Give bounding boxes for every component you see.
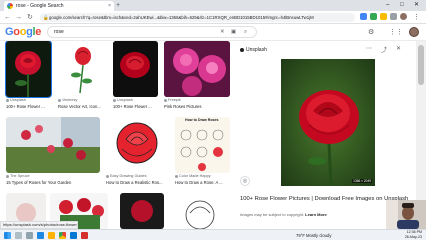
search-icon[interactable]	[15, 232, 22, 239]
result-card[interactable]: Freepik Pink Roses Pictures	[164, 41, 230, 113]
result-source: Color Made Happy	[175, 174, 230, 178]
taskbar: 79°F Mostly cloudy 12:36 PM 26-May-23	[0, 229, 426, 240]
learn-more-link[interactable]: Learn More	[305, 212, 327, 217]
tab-google-search[interactable]: rose - Google Search ×	[4, 1, 114, 11]
result-title: How to Draw a Realistic Ros...	[106, 180, 163, 185]
result-source: Vecteezy	[58, 98, 106, 102]
address-url: google.com/search?q=rose&tbm=isch&ved=2a…	[49, 15, 314, 20]
weather-widget[interactable]: 79°F Mostly cloudy	[296, 230, 331, 241]
result-title: Rose Vector Art, Icon...	[58, 104, 101, 109]
result-title: Pink Roses Pictures	[164, 104, 202, 109]
system-clock[interactable]: 12:36 PM 26-May-23	[405, 230, 422, 240]
extension-icon[interactable]	[380, 13, 387, 20]
lens-icon[interactable]: ◎	[240, 176, 250, 186]
result-card[interactable]: Unsplash 100+ Rose Flower ...	[113, 41, 158, 113]
result-image[interactable]	[170, 193, 230, 229]
tab-title: rose - Google Search	[16, 3, 64, 9]
google-logo[interactable]: Google	[5, 26, 41, 38]
scrollbar-thumb[interactable]	[418, 45, 424, 85]
google-favicon-icon	[7, 3, 13, 9]
search-input[interactable]: rose ✕ ▣ ⌕	[47, 26, 257, 38]
avatar[interactable]	[409, 27, 419, 37]
forward-arrow-icon[interactable]: →	[15, 13, 22, 22]
drawing-card-title: How to Draw Roses	[185, 118, 219, 122]
more-options-icon[interactable]: ⋯	[366, 45, 372, 52]
result-source: Easy Drawing Guides	[106, 174, 169, 178]
browser-tab-strip: rose - Google Search × + – □ ✕	[0, 0, 426, 11]
result-source: Unsplash	[113, 98, 158, 102]
task-view-icon[interactable]	[26, 232, 33, 239]
address-bar[interactable]: 🔒 google.com/search?q=rose&tbm=isch&ved=…	[40, 13, 355, 22]
result-image[interactable]	[58, 41, 106, 97]
windows-start-icon[interactable]	[4, 232, 11, 239]
new-tab-button[interactable]: +	[116, 0, 120, 11]
minimize-button[interactable]: –	[386, 0, 389, 11]
result-card[interactable]	[170, 193, 230, 229]
lock-icon: 🔒	[43, 15, 49, 20]
result-image[interactable]	[164, 41, 230, 97]
result-title: How to Draw a Rose: A ...	[175, 180, 223, 185]
result-card[interactable]	[120, 193, 164, 229]
result-image[interactable]	[120, 193, 164, 229]
result-image[interactable]	[106, 117, 169, 173]
result-image[interactable]	[6, 117, 100, 173]
back-arrow-icon[interactable]: ←	[4, 13, 11, 22]
result-source: Unsplash	[6, 98, 51, 102]
maximize-button[interactable]: □	[400, 0, 404, 11]
extension-icon[interactable]	[370, 13, 377, 20]
result-title: 100+ Rose Flower ...	[6, 104, 45, 109]
browser-menu-icon[interactable]: ⋮	[413, 13, 420, 22]
preview-image[interactable]: 1366 × 2049	[281, 59, 375, 186]
result-card[interactable]: Unsplash 100+ Rose Flower ...	[5, 41, 52, 113]
settings-icon[interactable]: ⚙	[368, 28, 374, 36]
result-card[interactable]: The Spruce 15 Types of Roses for Your Ga…	[6, 117, 100, 189]
result-image[interactable]	[175, 117, 230, 173]
result-image[interactable]	[113, 41, 158, 97]
preview-title[interactable]: 100+ Rose Flower Pictures | Download Fre…	[240, 196, 410, 203]
result-card[interactable]: Vecteezy Rose Vector Art, Icon...	[58, 41, 106, 113]
result-source: Freepik	[164, 98, 230, 102]
preview-source[interactable]: Unsplash	[240, 47, 267, 53]
close-icon[interactable]: ✕	[396, 45, 401, 52]
tab-close-icon[interactable]: ×	[108, 1, 111, 11]
webcam-overlay	[386, 200, 426, 229]
status-bar-url: https://unsplash.com/s/photos/rose-flowe…	[0, 221, 78, 229]
result-title: 15 Types of Roses for Your Garden	[6, 180, 72, 185]
result-source: The Spruce	[6, 174, 100, 178]
clear-icon[interactable]: ✕	[220, 27, 225, 37]
image-results-grid: Unsplash 100+ Rose Flower ... Vecteezy R…	[0, 41, 232, 229]
share-icon[interactable]: ⤴	[381, 45, 387, 54]
result-title: 100+ Rose Flower ...	[113, 104, 152, 109]
copyright-note: Images may be subject to copyright. Lear…	[240, 212, 327, 217]
image-dimensions: 1366 × 2049	[352, 179, 372, 183]
edge-icon[interactable]	[37, 232, 44, 239]
logo-letter: e	[35, 26, 42, 38]
profile-avatar[interactable]	[400, 13, 407, 20]
chrome-icon[interactable]	[59, 232, 66, 239]
reload-icon[interactable]: ↻	[27, 13, 33, 22]
clock-date: 26-May-23	[404, 235, 422, 239]
image-search-icon[interactable]: ▣	[231, 27, 236, 37]
result-card[interactable]: Easy Drawing Guides How to Draw a Realis…	[106, 117, 169, 189]
extension-icon[interactable]	[360, 13, 367, 20]
browser-toolbar: ← → ↻ 🔒 google.com/search?q=rose&tbm=isc…	[0, 11, 426, 24]
result-image[interactable]	[5, 41, 52, 98]
store-icon[interactable]	[70, 232, 77, 239]
apps-grid-icon[interactable]: ⋮⋮	[389, 28, 403, 36]
file-explorer-icon[interactable]	[48, 232, 55, 239]
google-header: Google rose ✕ ▣ ⌕ ⚙ ⋮⋮	[0, 24, 426, 41]
copyright-text: Images may be subject to copyright.	[240, 212, 305, 217]
app-icon[interactable]	[81, 232, 88, 239]
search-query: rose	[54, 29, 64, 35]
puzzle-icon[interactable]	[390, 13, 397, 20]
search-icon[interactable]: ⌕	[244, 27, 247, 37]
result-card[interactable]: How to Draw Roses Color Made Happy How t…	[175, 117, 230, 189]
close-window-button[interactable]: ✕	[414, 0, 419, 11]
